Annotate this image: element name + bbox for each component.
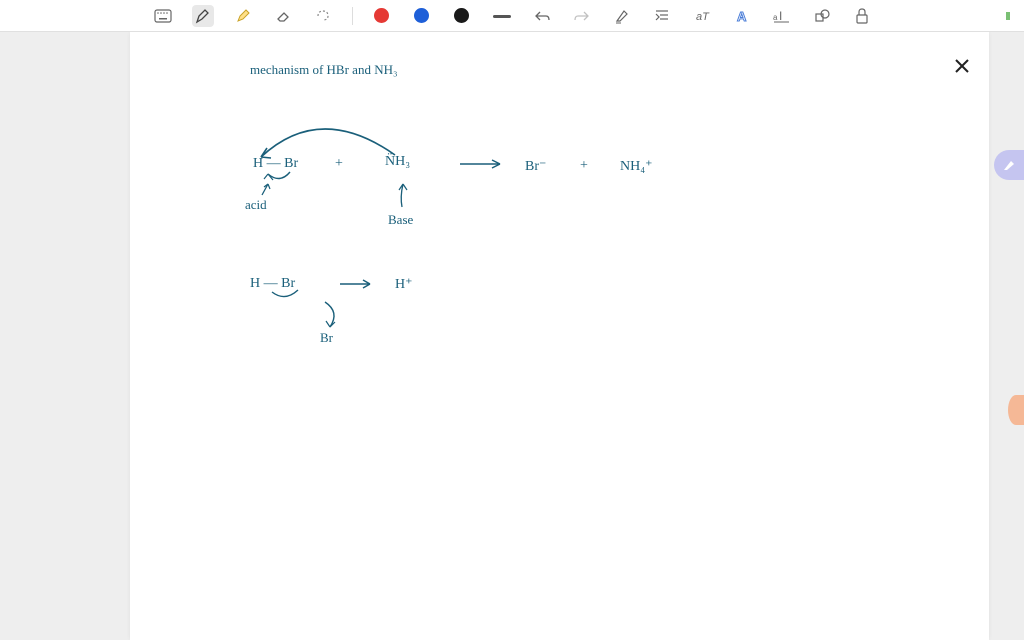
- svg-text:a: a: [773, 13, 778, 22]
- eraser-icon[interactable]: [272, 5, 294, 27]
- note-hbr-2: H — Br: [250, 276, 295, 292]
- font-a-icon[interactable]: A: [731, 5, 753, 27]
- color-red[interactable]: [371, 5, 393, 27]
- toolbar: aT A aI: [0, 0, 1024, 32]
- note-nh3: N̈H₃: [385, 154, 410, 170]
- keyboard-icon[interactable]: [152, 5, 174, 27]
- note-nh4plus: NH₄⁺: [620, 158, 653, 175]
- side-widget-secondary[interactable]: [1008, 395, 1024, 425]
- drawn-strokes: [130, 32, 990, 632]
- drawing-canvas[interactable]: mechanism of HBr and NH₃ H — Br + N̈H₃ B…: [130, 32, 989, 640]
- highlighter-icon[interactable]: [232, 5, 254, 27]
- redo-icon[interactable]: [571, 5, 593, 27]
- color-blue[interactable]: [411, 5, 433, 27]
- toolbar-separator: [352, 7, 353, 25]
- svg-text:aT: aT: [696, 11, 710, 23]
- svg-text:A: A: [737, 9, 747, 24]
- undo-icon[interactable]: [531, 5, 553, 27]
- text-size-icon[interactable]: aI: [771, 5, 793, 27]
- note-hplus: H⁺: [395, 276, 413, 293]
- indent-icon[interactable]: [651, 5, 673, 27]
- close-button[interactable]: [948, 52, 976, 80]
- shapes-icon[interactable]: [811, 5, 833, 27]
- note-hbr-1: H — Br: [253, 156, 298, 172]
- pen-icon[interactable]: [192, 5, 214, 27]
- text-style-icon[interactable]: aT: [691, 5, 713, 27]
- note-brminus: Br⁻: [525, 158, 546, 175]
- side-widget-assistant[interactable]: [994, 150, 1024, 180]
- note-title: mechanism of HBr and NH₃: [250, 62, 398, 78]
- note-plus-1b: +: [580, 158, 588, 174]
- color-black[interactable]: [451, 5, 473, 27]
- lock-icon[interactable]: [851, 5, 873, 27]
- pen-settings-icon[interactable]: [611, 5, 633, 27]
- note-plus-1a: +: [335, 156, 343, 172]
- svg-text:I: I: [779, 9, 782, 23]
- note-br-2: Br: [320, 330, 333, 346]
- note-base-label: Base: [388, 212, 413, 228]
- status-indicator: [1006, 12, 1010, 20]
- stroke-width-icon[interactable]: [491, 5, 513, 27]
- lasso-icon[interactable]: [312, 5, 334, 27]
- note-acid-label: acid: [245, 197, 267, 213]
